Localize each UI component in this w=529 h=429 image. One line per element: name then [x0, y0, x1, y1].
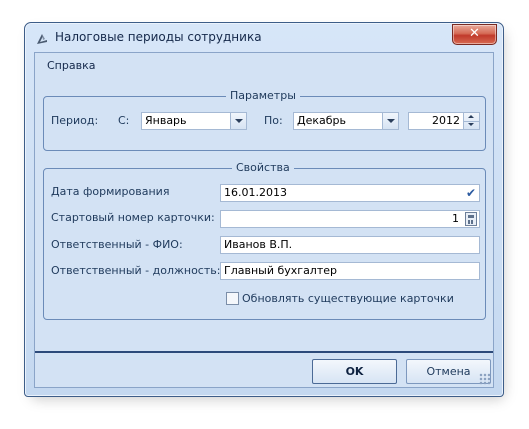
- responsible-position-value: Главный бухгалтер: [224, 264, 337, 277]
- checkmark-icon[interactable]: ✔: [466, 187, 476, 200]
- update-cards-checkbox[interactable]: [226, 292, 239, 305]
- window-title: Налоговые периоды сотрудника: [55, 30, 262, 44]
- triangle-down-icon: [468, 123, 474, 126]
- start-number-field[interactable]: 1: [220, 210, 480, 228]
- params-group-title: Параметры: [226, 89, 300, 103]
- update-cards-label[interactable]: Обновлять существующие карточки: [242, 292, 454, 306]
- responsible-name-value: Иванов В.П.: [224, 238, 293, 251]
- triangle-up-icon: [468, 115, 474, 118]
- dialog-client-area: Справка Параметры Период: С: Январь По: …: [34, 52, 494, 388]
- start-number-value: 1: [452, 212, 459, 225]
- responsible-name-field[interactable]: Иванов В.П.: [220, 236, 480, 254]
- dialog-window: Налоговые периоды сотрудника ✕ Справка П…: [24, 22, 504, 397]
- from-month-value: Январь: [145, 114, 187, 127]
- period-label: Период:: [51, 114, 99, 127]
- button-bar-separator: [35, 351, 493, 353]
- year-value: 2012: [432, 114, 460, 127]
- to-month-select[interactable]: Декабрь: [293, 112, 399, 130]
- date-value: 16.01.2013: [224, 186, 287, 199]
- resize-grip[interactable]: [479, 373, 491, 385]
- calculator-icon[interactable]: [465, 212, 477, 226]
- to-label: По:: [264, 114, 283, 127]
- props-group-title: Свойства: [232, 161, 294, 175]
- from-month-select[interactable]: Январь: [141, 112, 247, 130]
- year-spin-buttons[interactable]: [463, 113, 479, 129]
- app-icon: [37, 34, 47, 44]
- props-group: Свойства Дата формирования 16.01.2013 ✔ …: [43, 161, 486, 320]
- from-label: С:: [118, 114, 130, 127]
- responsible-position-field[interactable]: Главный бухгалтер: [220, 262, 480, 280]
- to-month-dropdown-button[interactable]: [382, 113, 398, 129]
- date-label: Дата формирования: [51, 185, 170, 198]
- close-icon: ✕: [469, 26, 480, 41]
- menu-help[interactable]: Справка: [47, 59, 95, 72]
- responsible-position-label: Ответственный - должность:: [51, 264, 221, 277]
- year-spinner[interactable]: 2012: [408, 112, 480, 130]
- start-number-label: Стартовый номер карточки:: [51, 211, 215, 224]
- spin-down-button[interactable]: [464, 121, 479, 129]
- date-field[interactable]: 16.01.2013 ✔: [220, 184, 480, 202]
- chevron-down-icon: [235, 119, 243, 123]
- responsible-name-label: Ответственный - ФИО:: [51, 238, 183, 251]
- chevron-down-icon: [387, 119, 395, 123]
- close-button[interactable]: ✕: [452, 24, 497, 45]
- from-month-dropdown-button[interactable]: [230, 113, 246, 129]
- params-group: Параметры Период: С: Январь По: Декабрь …: [43, 89, 486, 151]
- to-month-value: Декабрь: [297, 114, 346, 127]
- ok-button[interactable]: OK: [312, 359, 397, 384]
- title-bar[interactable]: Налоговые периоды сотрудника ✕: [25, 23, 503, 53]
